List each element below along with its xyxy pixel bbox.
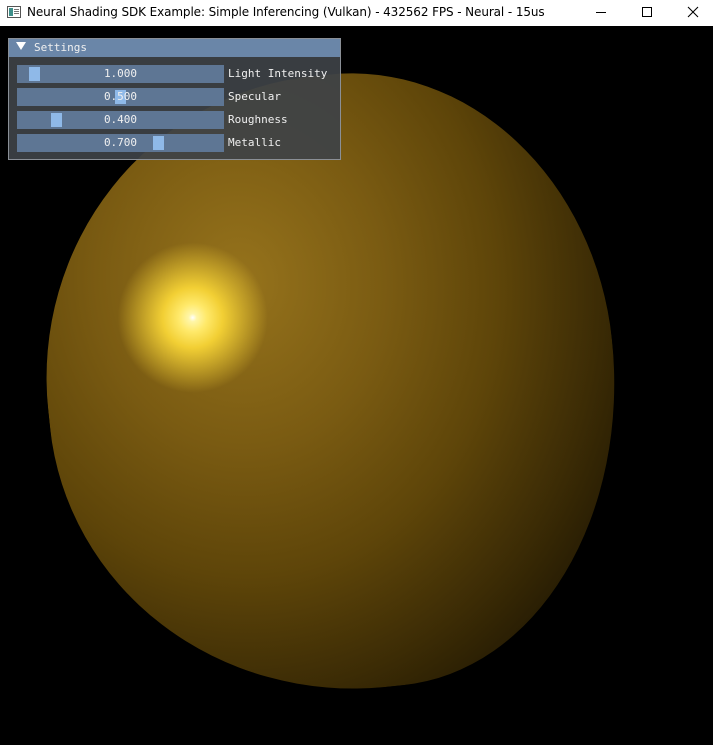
- collapse-arrow-icon[interactable]: [16, 42, 26, 50]
- slider-label: Metallic: [228, 136, 281, 149]
- maximize-button[interactable]: [624, 0, 670, 26]
- slider-value: 0.400: [103, 113, 138, 126]
- settings-title: Settings: [34, 41, 87, 54]
- slider-value: 0.700: [103, 136, 138, 149]
- slider-value: 0.500: [103, 90, 138, 103]
- settings-panel: Settings 1.000 Light Intensity 0.500 Spe…: [8, 38, 341, 160]
- minimize-button[interactable]: [578, 0, 624, 26]
- title-bar[interactable]: Neural Shading SDK Example: Simple Infer…: [0, 0, 713, 26]
- specular-slider[interactable]: 0.500: [17, 88, 224, 106]
- slider-row-roughness: 0.400 Roughness: [9, 111, 340, 129]
- close-icon: [687, 6, 699, 18]
- window-title: Neural Shading SDK Example: Simple Infer…: [27, 5, 545, 19]
- slider-label: Specular: [228, 90, 281, 103]
- settings-header[interactable]: Settings: [9, 39, 340, 57]
- slider-label: Light Intensity: [228, 67, 328, 80]
- render-viewport[interactable]: Settings 1.000 Light Intensity 0.500 Spe…: [0, 26, 713, 745]
- metallic-slider[interactable]: 0.700: [17, 134, 224, 152]
- roughness-slider[interactable]: 0.400: [17, 111, 224, 129]
- slider-row-light-intensity: 1.000 Light Intensity: [9, 65, 340, 83]
- slider-row-specular: 0.500 Specular: [9, 88, 340, 106]
- app-window: Neural Shading SDK Example: Simple Infer…: [0, 0, 713, 745]
- slider-label: Roughness: [228, 113, 288, 126]
- app-icon: [7, 6, 21, 18]
- slider-row-metallic: 0.700 Metallic: [9, 134, 340, 152]
- light-intensity-slider[interactable]: 1.000: [17, 65, 224, 83]
- slider-value: 1.000: [103, 67, 138, 80]
- close-button[interactable]: [670, 0, 713, 26]
